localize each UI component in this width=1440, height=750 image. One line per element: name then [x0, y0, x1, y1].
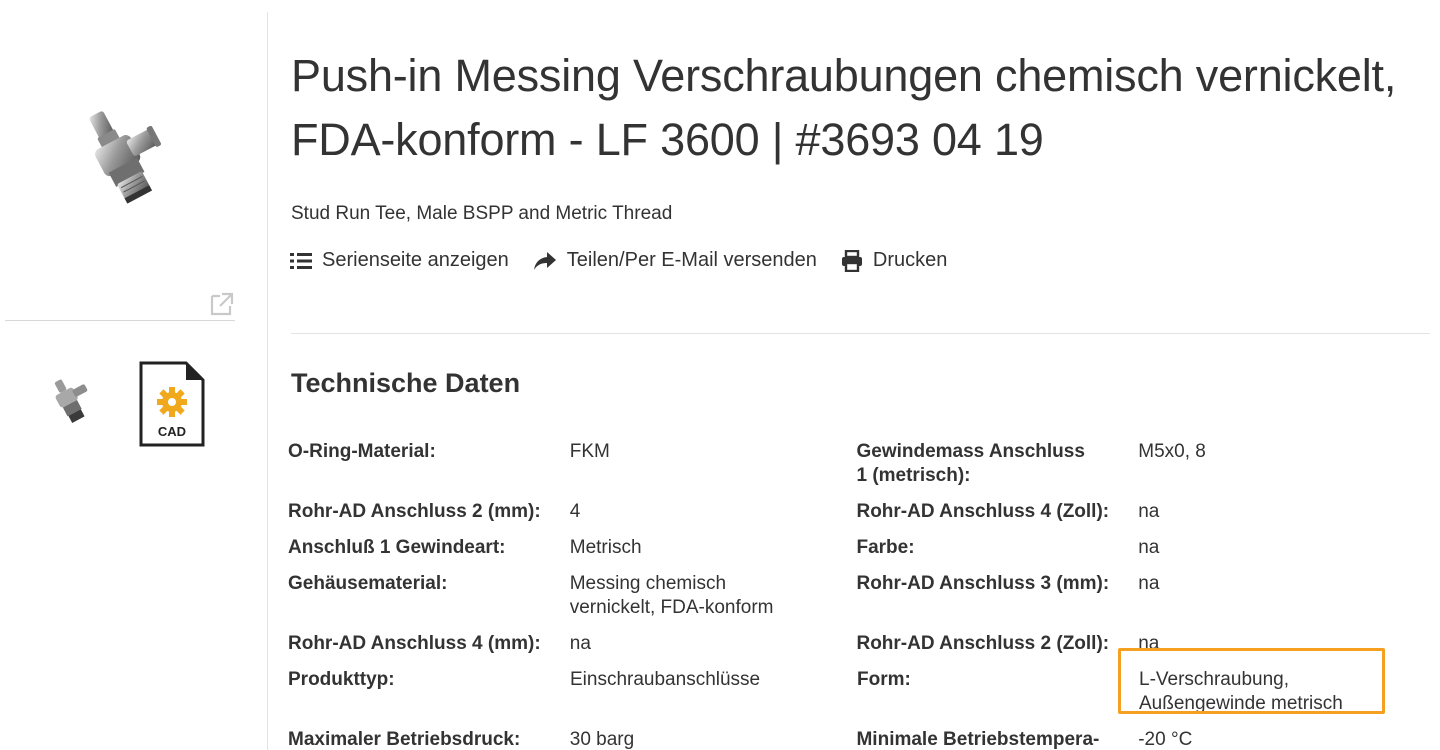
- spec-row: Anschluß 1 Gewindeart: Metrisch Farbe: n…: [288, 536, 1398, 572]
- spec-table: O-Ring-Material: FKM Gewindemass Anschlu…: [288, 440, 1398, 750]
- share-icon: [533, 251, 556, 270]
- spec-label: Gewindemass Anschluss 1 (metrisch):: [856, 441, 1085, 486]
- column-divider: [267, 12, 268, 750]
- spec-row: Gehäusematerial: Messing chemisch vernic…: [288, 572, 1398, 632]
- spec-row: Maximaler Betriebsdruck: 30 barg Minimal…: [288, 728, 1398, 750]
- spec-row: Rohr-AD Anschluss 4 (mm): na Rohr-AD Ans…: [288, 632, 1398, 668]
- open-in-new-icon[interactable]: [208, 290, 236, 318]
- spec-label: Form:: [857, 669, 911, 690]
- spec-label: Minimale Betriebstempera-: [856, 729, 1100, 750]
- spec-value: na: [1138, 501, 1160, 522]
- spec-label: O-Ring-Material:: [288, 441, 436, 462]
- spec-label: Rohr-AD Anschluss 4 (Zoll):: [856, 501, 1110, 522]
- spec-value: M5x0, 8: [1138, 441, 1206, 462]
- spec-label: Maximaler Betriebsdruck:: [288, 729, 521, 750]
- print-icon: [841, 249, 862, 272]
- page-title: Push-in Messing Verschraubungen chemisch…: [291, 50, 1397, 165]
- spec-value: na: [569, 633, 591, 654]
- section-title: Technische Daten: [291, 368, 521, 398]
- spec-value: L-Verschraubung, Außengewinde metrisch: [1139, 669, 1343, 714]
- list-icon: [290, 252, 312, 269]
- spec-value: na: [1138, 573, 1160, 594]
- gallery-divider: [5, 320, 235, 321]
- spec-label: Rohr-AD Anschluss 2 (mm):: [288, 501, 541, 522]
- spec-row: Rohr-AD Anschluss 2 (mm): 4 Rohr-AD Ansc…: [288, 500, 1398, 536]
- spec-value: Metrisch: [569, 537, 642, 558]
- print-link[interactable]: Drucken: [841, 249, 947, 272]
- spec-label: Farbe:: [856, 537, 915, 558]
- series-page-label: Serienseite anzeigen: [322, 249, 509, 271]
- share-email-link[interactable]: Teilen/Per E-Mail versenden: [533, 249, 817, 272]
- product-subtitle: Stud Run Tee, Male BSPP and Metric Threa…: [291, 203, 673, 224]
- spec-value: -20 °C: [1138, 729, 1193, 750]
- product-gallery: CAD: [0, 0, 268, 750]
- spec-value: Messing chemisch vernickelt, FDA-konform: [569, 573, 774, 618]
- spec-value: Einschraubanschlüsse: [570, 669, 761, 690]
- spec-row: Produkttyp: Einschraubanschlüsse Form: L…: [288, 648, 1398, 728]
- spec-label: Rohr-AD Anschluss 4 (mm):: [288, 633, 541, 654]
- product-image[interactable]: [60, 100, 180, 220]
- cad-file-icon[interactable]: CAD: [138, 360, 206, 448]
- spec-value: 30 barg: [569, 729, 635, 750]
- spec-value: FKM: [569, 441, 610, 462]
- spec-label: Gehäusematerial:: [288, 573, 448, 594]
- cad-label: CAD: [158, 424, 186, 439]
- spec-label: Produkttyp:: [288, 669, 395, 690]
- spec-row: O-Ring-Material: FKM Gewindemass Anschlu…: [288, 440, 1398, 500]
- action-bar: Serienseite anzeigen Teilen/Per E-Mail v…: [290, 249, 971, 272]
- spec-value: na: [1138, 633, 1160, 654]
- content-divider: [291, 333, 1430, 334]
- spec-label: Anschluß 1 Gewindeart:: [288, 537, 506, 558]
- spec-label: Rohr-AD Anschluss 3 (mm):: [856, 573, 1110, 594]
- spec-value: na: [1138, 537, 1160, 558]
- spec-label: Rohr-AD Anschluss 2 (Zoll):: [856, 633, 1110, 654]
- spec-value: 4: [569, 501, 581, 522]
- share-email-label: Teilen/Per E-Mail versenden: [566, 249, 817, 271]
- print-label: Drucken: [872, 249, 948, 271]
- series-page-link[interactable]: Serienseite anzeigen: [290, 249, 509, 272]
- product-thumbnail[interactable]: [42, 374, 96, 430]
